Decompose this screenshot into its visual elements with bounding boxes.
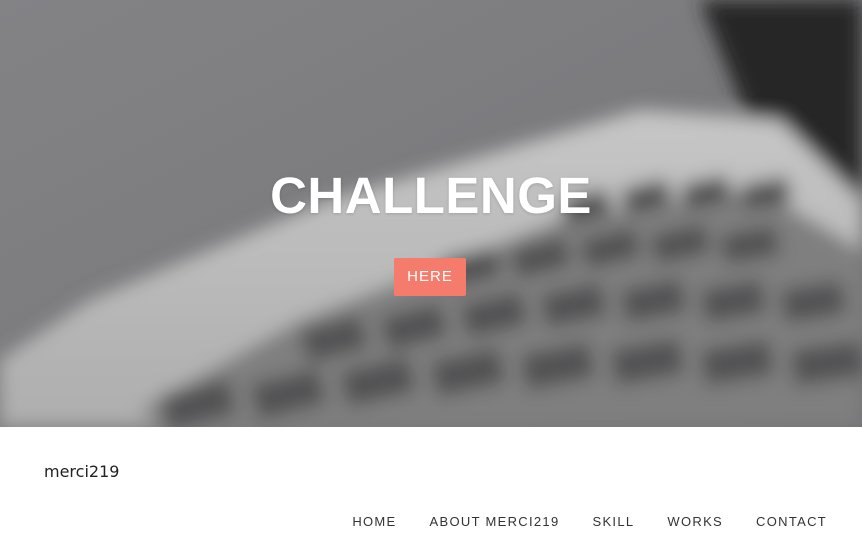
nav-item-works[interactable]: WORKS: [667, 514, 723, 529]
site-header: merci219 HOME ABOUT MERCI219 SKILL WORKS…: [0, 427, 862, 558]
nav-item-skill[interactable]: SKILL: [592, 514, 634, 529]
nav-item-home[interactable]: HOME: [352, 514, 396, 529]
main-navigation: HOME ABOUT MERCI219 SKILL WORKS CONTACT: [319, 514, 827, 529]
nav-item-about[interactable]: ABOUT MERCI219: [430, 514, 560, 529]
here-button[interactable]: HERE: [394, 258, 466, 296]
hero-title: CHALLENGE: [270, 167, 592, 224]
site-logo[interactable]: merci219: [44, 462, 119, 481]
nav-item-contact[interactable]: CONTACT: [756, 514, 827, 529]
hero-section: CHALLENGE HERE: [0, 0, 862, 427]
